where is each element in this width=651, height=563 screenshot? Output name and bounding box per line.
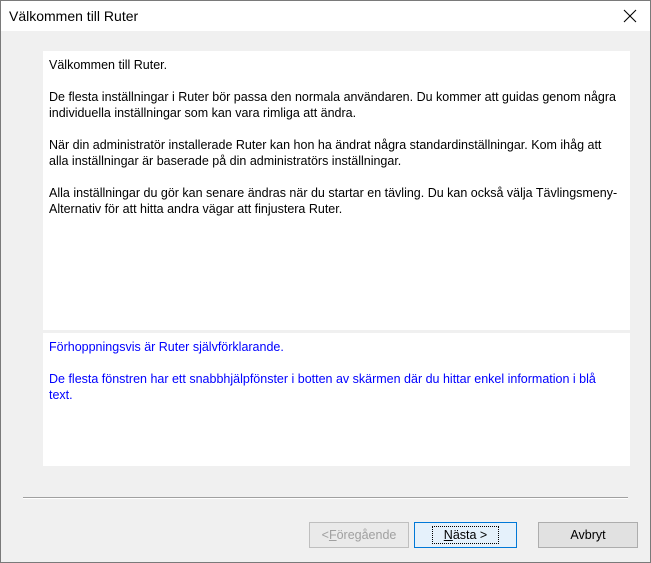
dialog-content: Välkommen till Ruter. De flesta inställn… [1, 31, 650, 562]
window-title: Välkommen till Ruter [9, 8, 139, 24]
previous-button-arrow: < [321, 528, 329, 542]
close-icon [623, 9, 637, 23]
settings-paragraph: De flesta inställningar i Ruter bör pass… [49, 90, 616, 120]
dialog-window: Välkommen till Ruter Välkommen till Rute… [0, 0, 651, 563]
previous-button-label: öregående [336, 528, 397, 542]
cancel-button[interactable]: Avbryt [538, 522, 638, 548]
change-later-paragraph: Alla inställningar du gör kan senare änd… [49, 186, 618, 216]
previous-button[interactable]: < Föregående [309, 522, 409, 548]
previous-button-mnemonic: F [328, 528, 337, 542]
title-bar: Välkommen till Ruter [1, 1, 650, 31]
help-paragraph: De flesta fönstren har ett snabbhjälpfön… [49, 372, 596, 402]
administrator-paragraph: När din administratör installerade Ruter… [49, 138, 602, 168]
welcome-text-panel: Välkommen till Ruter. De flesta inställn… [43, 51, 630, 330]
help-paragraph: Förhoppningsvis är Ruter självförklarand… [49, 340, 284, 354]
next-button-focus: Nästa > [431, 526, 500, 544]
next-button-label: ästa > [452, 528, 488, 542]
button-separator [23, 497, 628, 499]
welcome-paragraph: Välkommen till Ruter. [49, 58, 168, 72]
close-button[interactable] [610, 1, 650, 31]
quick-help-panel: Förhoppningsvis är Ruter självförklarand… [43, 333, 630, 466]
next-button-mnemonic: N [443, 528, 453, 542]
next-button[interactable]: Nästa > [414, 522, 517, 548]
